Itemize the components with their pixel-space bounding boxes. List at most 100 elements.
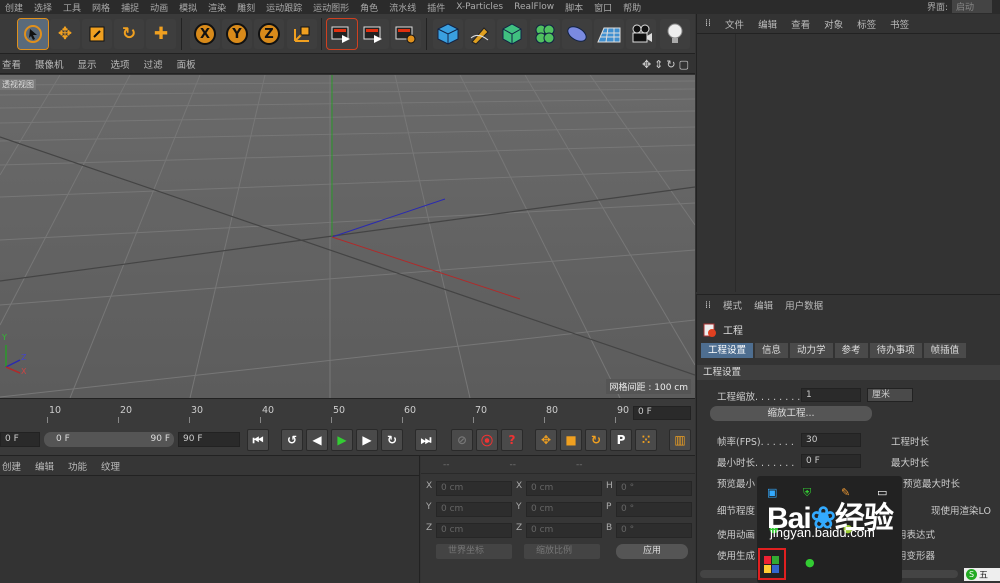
om-menu-bookmark[interactable]: 书签 [890,17,909,31]
om-menu-tag[interactable]: 标签 [857,17,876,31]
highlighted-tray-icon[interactable] [758,548,786,580]
move-icon[interactable]: ✥ [50,19,80,49]
coord-mode-select[interactable]: 世界坐标 [436,544,512,559]
z-axis-icon[interactable]: Z [254,19,284,49]
attr-menu-mode[interactable]: 模式 [723,298,742,312]
render-settings-icon[interactable] [391,19,421,49]
menu-window[interactable]: 窗口 [594,1,612,14]
next-frame-icon[interactable]: ▶ [356,429,378,451]
go-to-start-icon[interactable]: ⏮ [247,429,269,451]
vp-menu-display[interactable]: 显示 [78,57,97,71]
size-z-field[interactable]: 0 cm [526,523,602,538]
coordinate-system-icon[interactable] [287,19,317,49]
green-dot-icon[interactable]: ● [805,556,815,569]
vp-menu-options[interactable]: 选项 [111,57,130,71]
scale-icon[interactable] [82,19,112,49]
pos-x-field[interactable]: 0 cm [436,481,512,496]
end-frame-field[interactable]: 90 F [178,432,240,447]
mat-menu-function[interactable]: 功能 [68,459,87,473]
menu-snap[interactable]: 捕捉 [121,1,139,14]
current-frame-field[interactable]: 0 F [633,406,691,420]
live-select-icon[interactable] [17,18,49,50]
vp-menu-camera[interactable]: 摄像机 [35,57,64,71]
vp-menu-filter[interactable]: 过滤 [144,57,163,71]
menu-realflow[interactable]: RealFlow [514,2,554,12]
menu-select[interactable]: 选择 [34,1,52,14]
prev-frame-icon[interactable]: ◀ [306,429,328,451]
pen-icon[interactable] [465,19,495,49]
om-menu-view[interactable]: 查看 [791,17,810,31]
size-y-field[interactable]: 0 cm [526,502,602,517]
scale-project-button[interactable]: 缩放工程... [710,406,872,421]
attr-menu-edit[interactable]: 编辑 [754,298,773,312]
om-menu-object[interactable]: 对象 [824,17,843,31]
pos-y-field[interactable]: 0 cm [436,502,512,517]
menu-mograph[interactable]: 运动图形 [313,1,349,14]
menu-sculpt[interactable]: 雕刻 [237,1,255,14]
go-to-end-icon[interactable]: ⏭ [415,429,437,451]
attr-menu-userdata[interactable]: 用户数据 [785,298,823,312]
next-key-icon[interactable]: ↻ [381,429,403,451]
start-frame-field[interactable]: 0 F [0,432,40,447]
render-view-icon[interactable] [326,18,358,50]
project-scale-field[interactable]: 1 [801,388,861,402]
grip-icon[interactable]: ⁞⁞ [705,300,711,311]
vp-menu-view[interactable]: 查看 [2,57,21,71]
menu-character[interactable]: 角色 [360,1,378,14]
maximize-icon[interactable]: ▢ [679,58,689,71]
ime-indicator[interactable]: S 五 [964,568,1000,581]
menu-help[interactable]: 帮助 [623,1,641,14]
cube-icon[interactable] [433,19,463,49]
menu-pipeline[interactable]: 流水线 [389,1,416,14]
last-tool-icon[interactable]: ✚ [146,19,176,49]
menu-mesh[interactable]: 网格 [92,1,110,14]
preview-range-slider[interactable]: 0 F 90 F [44,432,174,447]
menu-plugins[interactable]: 插件 [427,1,445,14]
menu-tools[interactable]: 工具 [63,1,81,14]
x-axis-icon[interactable]: X [190,19,220,49]
grip-icon[interactable]: ⁞⁞ [705,18,711,29]
om-menu-edit[interactable]: 编辑 [758,17,777,31]
y-axis-icon[interactable]: Y [222,19,252,49]
menu-motion-tracking[interactable]: 运动跟踪 [266,1,302,14]
timeline-window-icon[interactable]: ▥ [669,429,691,451]
rotate-icon[interactable]: ↻ [114,19,144,49]
timeline[interactable]: 10 20 30 40 50 60 70 80 90 0 F [0,398,695,424]
min-time-field[interactable]: 0 F [801,454,861,468]
record-icon[interactable]: ⦿ [476,429,498,451]
key-point-icon[interactable]: ⁙ [635,429,657,451]
record-disabled-icon[interactable]: ⊘ [451,429,473,451]
tab-project-settings[interactable]: 工程设置 [701,343,754,358]
menu-script[interactable]: 脚本 [565,1,583,14]
menu-animate[interactable]: 动画 [150,1,168,14]
key-position-icon[interactable]: ✥ [535,429,557,451]
timeline-ruler[interactable]: 10 20 30 40 50 60 70 80 90 [0,399,632,425]
cloner-icon[interactable] [530,19,560,49]
pos-z-field[interactable]: 0 cm [436,523,512,538]
deformer-icon[interactable] [562,19,592,49]
3d-viewport[interactable]: Y Z X 透视视图 网格间距 : 100 cm [0,75,695,398]
render-picture-viewer-icon[interactable] [359,19,389,49]
light-icon[interactable] [660,19,690,49]
key-parameter-icon[interactable]: P [610,429,632,451]
rot-p-field[interactable]: 0 ° [616,502,692,517]
menu-render[interactable]: 渲染 [208,1,226,14]
subdivision-icon[interactable] [497,19,527,49]
fps-field[interactable]: 30 [801,433,861,447]
menu-create[interactable]: 创建 [5,1,23,14]
scale-unit-select[interactable]: 厘米 [867,388,913,402]
menu-x-particles[interactable]: X-Particles [456,2,503,12]
mat-menu-edit[interactable]: 编辑 [35,459,54,473]
rot-h-field[interactable]: 0 ° [616,481,692,496]
key-scale-icon[interactable]: ■ [560,429,582,451]
apply-button[interactable]: 应用 [616,544,688,559]
om-menu-file[interactable]: 文件 [725,17,744,31]
orbit-icon[interactable]: ↻ [666,58,675,71]
tab-dynamics[interactable]: 动力学 [790,343,833,358]
tab-todo[interactable]: 待办事项 [869,343,922,358]
size-x-field[interactable]: 0 cm [526,481,602,496]
mat-menu-texture[interactable]: 纹理 [101,459,120,473]
camera-icon[interactable] [626,19,656,49]
tab-info[interactable]: 信息 [755,343,789,358]
dolly-icon[interactable]: ⇕ [654,58,663,71]
